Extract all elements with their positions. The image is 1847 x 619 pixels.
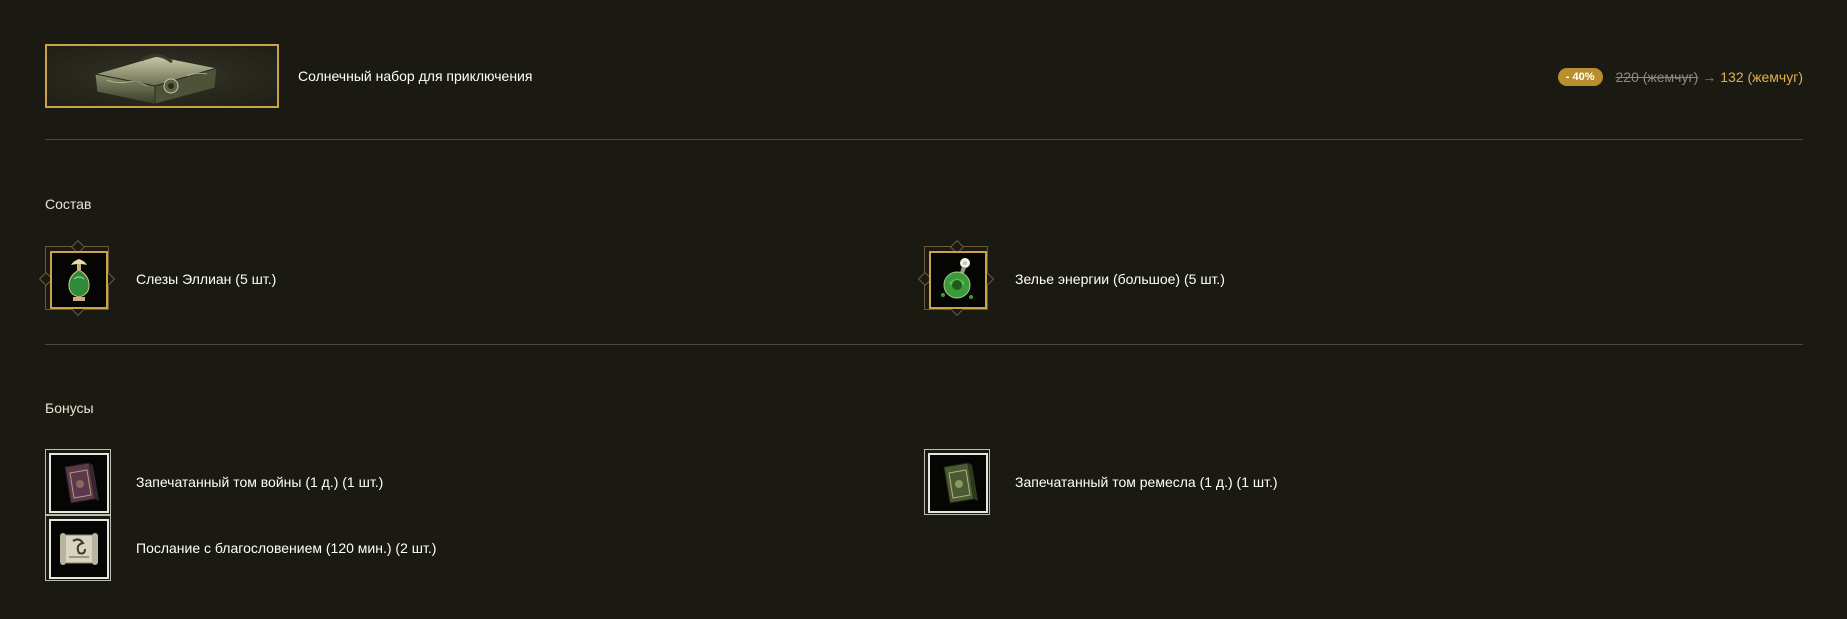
divider (45, 139, 1803, 140)
item-icon-frame (45, 515, 111, 581)
ornate-chest-icon (45, 44, 279, 108)
product-title: Солнечный набор для приключения (298, 68, 533, 84)
price-block: - 40% 220 (жемчуг) → 132 (жемчуг) (1557, 68, 1803, 86)
item-label: Запечатанный том войны (1 д.) (1 шт.) (136, 474, 384, 490)
item-icon-frame (917, 239, 995, 317)
product-header: Солнечный набор для приключения - 40% 22… (45, 44, 1803, 108)
item-icon-frame (45, 449, 111, 515)
purple-tome-icon (49, 453, 109, 513)
list-item[interactable]: Зелье энергии (большое) (5 шт.) (917, 239, 1624, 317)
list-item[interactable]: Запечатанный том войны (1 д.) (1 шт.) (45, 449, 745, 515)
item-label: Слезы Эллиан (5 шт.) (136, 271, 277, 287)
old-price: 220 (жемчуг) (1615, 69, 1699, 85)
list-item[interactable]: Послание с благословением (120 мин.) (2 … (45, 515, 745, 581)
list-item[interactable]: Запечатанный том ремесла (1 д.) (1 шт.) (924, 449, 1624, 515)
green-potion-icon (929, 251, 987, 309)
price-arrow: → (1702, 69, 1717, 85)
new-price: 132 (жемчуг) (1720, 69, 1803, 85)
green-perfume-bottle-icon (50, 251, 108, 309)
divider (45, 344, 1803, 345)
item-label: Зелье энергии (большое) (5 шт.) (1015, 271, 1225, 287)
page: Солнечный набор для приключения - 40% 22… (38, 0, 1803, 619)
list-item[interactable]: Слезы Эллиан (5 шт.) (38, 239, 745, 317)
green-tome-icon (928, 453, 988, 513)
bonuses-section-title: Бонусы (45, 400, 94, 416)
item-label: Запечатанный том ремесла (1 д.) (1 шт.) (1015, 474, 1278, 490)
item-label: Послание с благословением (120 мин.) (2 … (136, 540, 437, 556)
discount-badge: - 40% (1557, 68, 1603, 86)
item-icon-frame (924, 449, 990, 515)
item-icon-frame (38, 239, 116, 317)
contents-section-title: Состав (45, 196, 92, 212)
scroll-icon (49, 519, 109, 579)
